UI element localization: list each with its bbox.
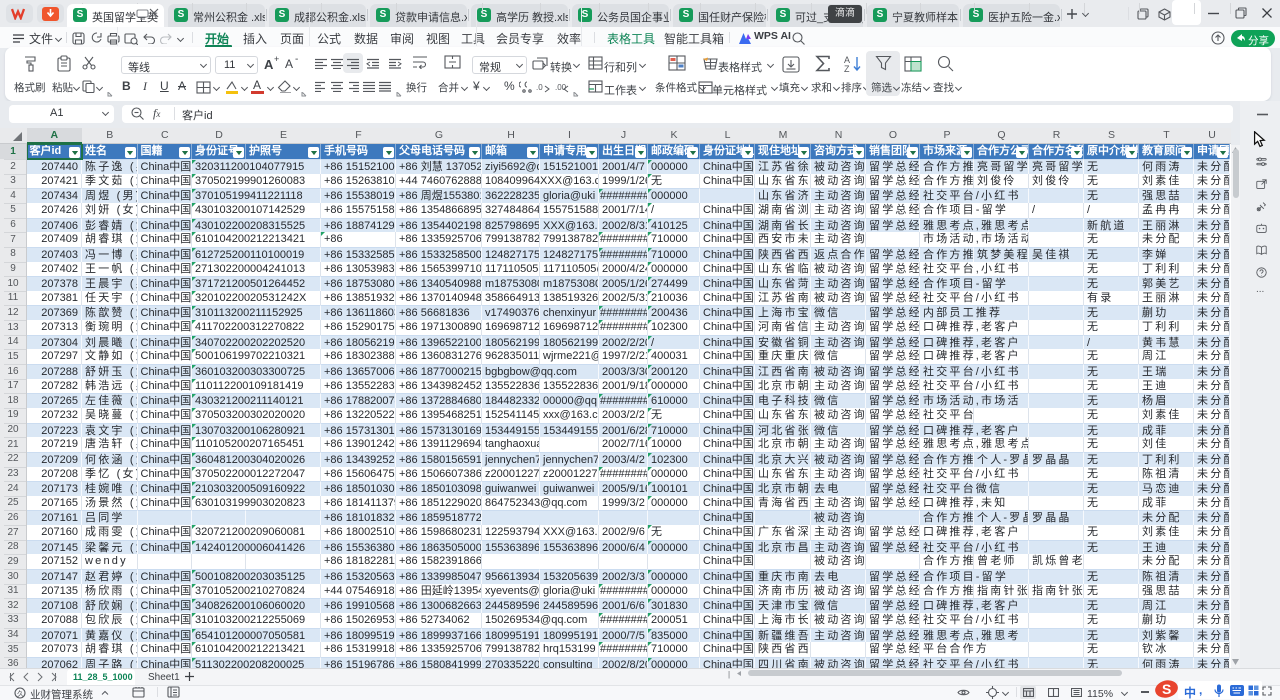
svg-text:S: S xyxy=(1162,681,1171,697)
svg-text:.0: .0 xyxy=(536,83,543,92)
svg-text:久: 久 xyxy=(17,689,24,698)
svg-text:.00: .00 xyxy=(555,83,567,92)
svg-text:Z: Z xyxy=(844,64,850,72)
